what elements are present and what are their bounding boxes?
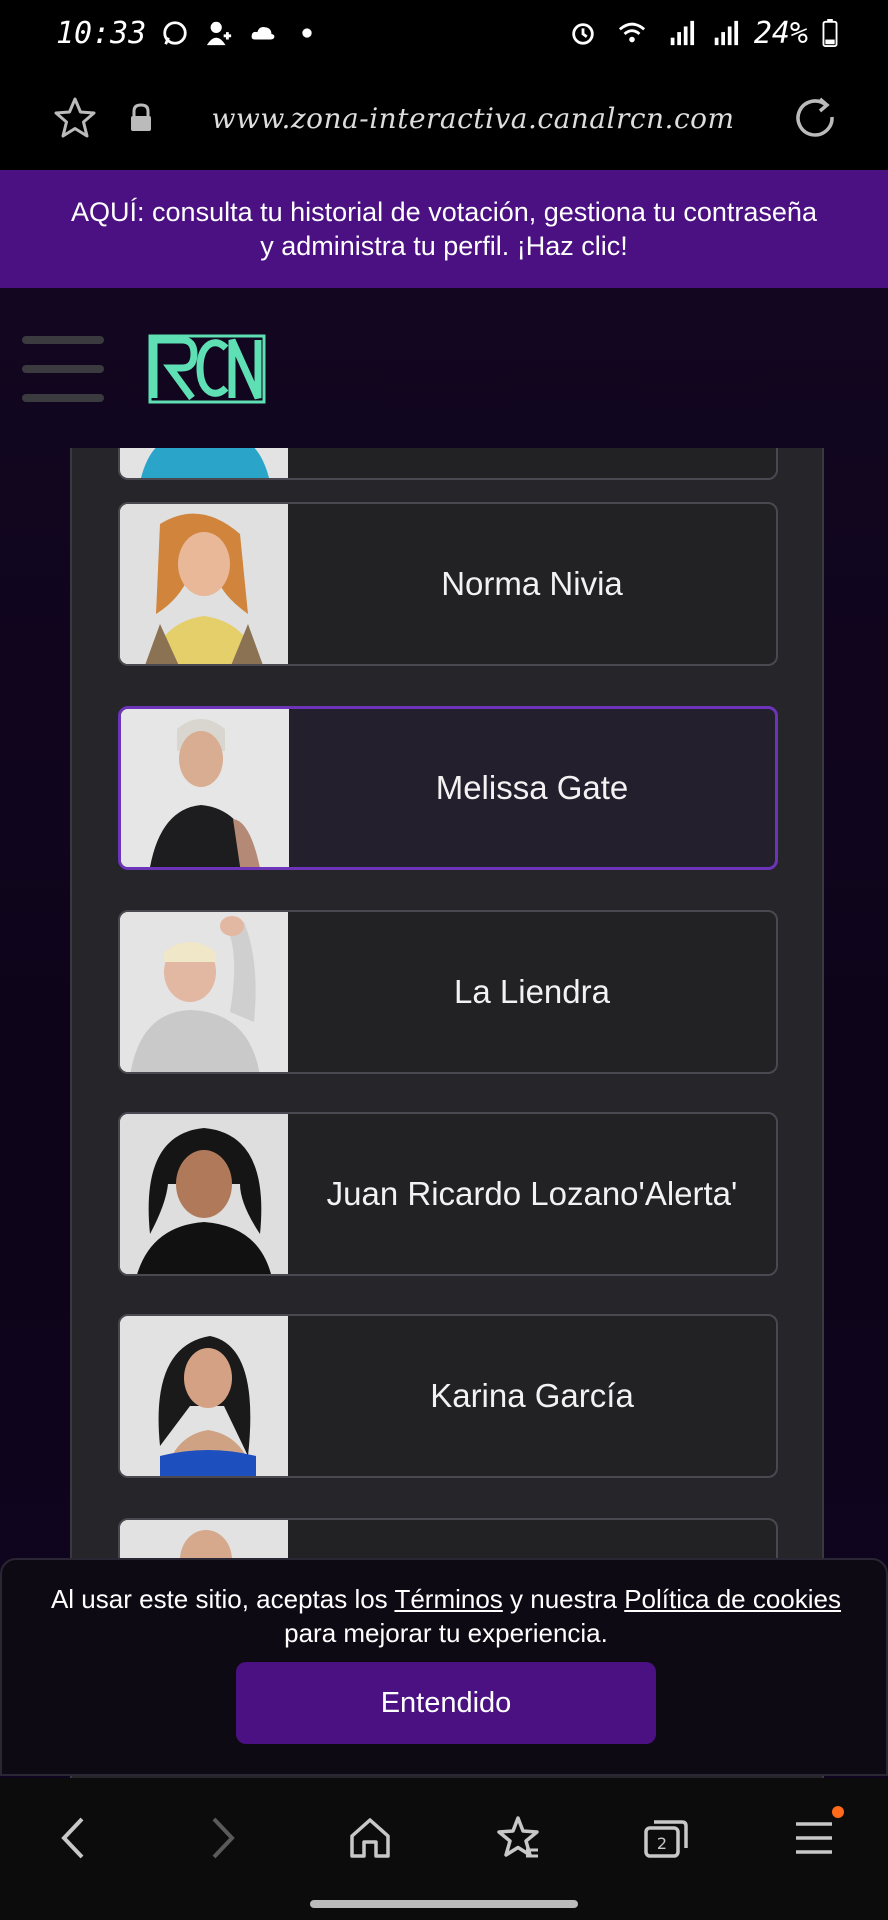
contestant-name-line-1: Juan Ricardo Lozano bbox=[326, 1175, 639, 1212]
wifi-icon bbox=[618, 22, 645, 43]
contestant-card[interactable]: Karina García bbox=[118, 1314, 778, 1478]
reload-icon[interactable] bbox=[792, 95, 838, 141]
menu-icon[interactable] bbox=[22, 336, 104, 402]
alarm-icon bbox=[572, 23, 594, 45]
battery-percent: 24% bbox=[753, 15, 808, 51]
signal-icon-2 bbox=[714, 20, 738, 46]
rcn-logo[interactable] bbox=[148, 334, 266, 404]
url-text[interactable]: www.zona-interactiva.canalrcn.com bbox=[154, 102, 792, 135]
cookie-text: Al usar este sitio, aceptas los Términos… bbox=[2, 1582, 888, 1650]
home-icon[interactable] bbox=[340, 1808, 400, 1868]
contestant-card-selected[interactable]: Melissa Gate bbox=[118, 706, 778, 870]
contestant-name: Norma Nivia bbox=[441, 565, 623, 602]
home-indicator[interactable] bbox=[310, 1900, 578, 1908]
contestant-photo bbox=[120, 1316, 288, 1476]
dot-icon bbox=[302, 28, 312, 38]
promo-line-1: AQUÍ: consulta tu historial de votación,… bbox=[71, 197, 817, 227]
contestant-photo bbox=[121, 709, 289, 867]
contestant-photo bbox=[120, 912, 288, 1072]
cookie-text-part: y nuestra bbox=[502, 1584, 625, 1614]
contestant-name: Karina García bbox=[430, 1377, 634, 1414]
cookie-text-part: para mejorar tu experiencia. bbox=[284, 1618, 608, 1648]
notification-dot bbox=[832, 1806, 844, 1818]
contestant-name: La Liendra bbox=[454, 973, 610, 1010]
site-header bbox=[0, 288, 888, 448]
browser-url-bar: www.zona-interactiva.canalrcn.com bbox=[0, 66, 888, 170]
whatsapp-icon bbox=[163, 21, 187, 45]
cookie-text-part: Al usar este sitio, aceptas los bbox=[50, 1584, 395, 1614]
contestant-name: Juan Ricardo Lozano 'Alerta' bbox=[288, 1114, 776, 1274]
lock-icon bbox=[128, 103, 154, 133]
contestant-card-partial-top[interactable] bbox=[118, 448, 778, 480]
contestant-name: Melissa Gate bbox=[435, 769, 629, 806]
menu-more-icon[interactable] bbox=[784, 1806, 844, 1868]
contestant-card[interactable]: Norma Nivia bbox=[118, 502, 778, 666]
status-left: 10:33 bbox=[56, 16, 322, 51]
cloud-icon bbox=[251, 26, 275, 40]
contestant-photo bbox=[120, 448, 288, 478]
contestant-photo bbox=[120, 504, 288, 664]
battery-icon bbox=[822, 19, 838, 47]
status-right: 24% bbox=[568, 16, 838, 51]
contestant-photo bbox=[120, 1114, 288, 1274]
back-icon[interactable] bbox=[44, 1808, 104, 1868]
bookmark-star-icon[interactable] bbox=[52, 95, 98, 141]
forward-icon[interactable] bbox=[192, 1808, 252, 1868]
promo-line-2: y administra tu perfil. ¡Haz clic! bbox=[260, 231, 628, 261]
cookie-banner: Al usar este sitio, aceptas los Términos… bbox=[0, 1558, 888, 1776]
bookmarks-icon[interactable] bbox=[488, 1808, 548, 1868]
terms-link[interactable]: Términos bbox=[394, 1584, 502, 1614]
browser-nav-bar: 2 bbox=[0, 1778, 888, 1920]
contestant-name-line-2: 'Alerta' bbox=[638, 1175, 738, 1212]
status-time: 10:33 bbox=[56, 15, 147, 51]
contestant-card[interactable]: Juan Ricardo Lozano 'Alerta' bbox=[118, 1112, 778, 1276]
contestant-card[interactable]: La Liendra bbox=[118, 910, 778, 1074]
accept-cookies-button[interactable]: Entendido bbox=[236, 1662, 656, 1744]
contact-add-icon bbox=[207, 21, 232, 46]
tabs-icon[interactable]: 2 bbox=[636, 1808, 696, 1868]
svg-text:2: 2 bbox=[657, 1834, 667, 1853]
profile-promo-banner[interactable]: AQUÍ: consulta tu historial de votación,… bbox=[0, 170, 888, 288]
cookie-policy-link[interactable]: Política de cookies bbox=[624, 1584, 841, 1614]
page-content: Norma Nivia Melissa Gate La Liendra Juan… bbox=[0, 288, 888, 1778]
signal-icon bbox=[670, 20, 694, 46]
status-bar: 10:33 24% bbox=[0, 0, 888, 66]
